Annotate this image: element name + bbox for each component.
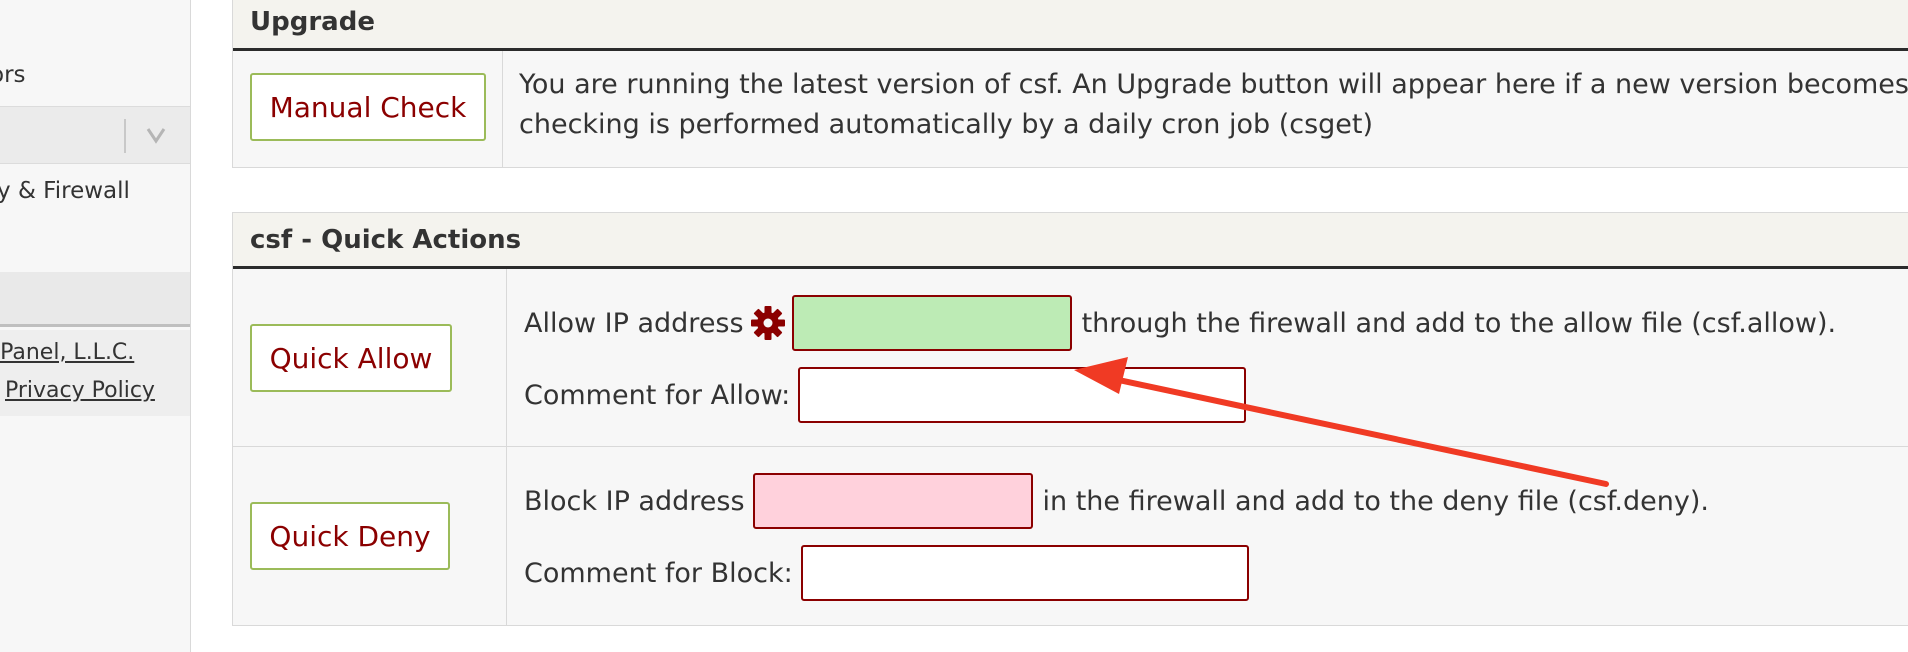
quick-allow-row: Quick Allow Allow IP address through the… xyxy=(233,269,1908,447)
sidebar-active-item[interactable] xyxy=(0,272,190,327)
upgrade-status-text: You are running the latest version of cs… xyxy=(519,65,1908,145)
quick-actions-panel: csf - Quick Actions Quick Allow Allow IP… xyxy=(232,212,1908,626)
deny-comment-label: Comment for Block: xyxy=(524,557,793,589)
gear-icon[interactable] xyxy=(750,305,786,341)
chevron-down-icon[interactable] xyxy=(142,119,170,149)
footer-link-company[interactable]: cPanel, L.L.C. xyxy=(0,340,134,365)
allow-comment-label: Comment for Allow: xyxy=(524,379,791,411)
allow-ip-label: Allow IP address xyxy=(524,307,744,339)
allow-comment-input[interactable] xyxy=(798,367,1247,423)
upgrade-row: Manual Check You are running the latest … xyxy=(233,51,1908,167)
upgrade-action-cell: Manual Check xyxy=(233,51,503,167)
upgrade-panel: Upgrade Manual Check You are running the… xyxy=(232,0,1908,168)
upgrade-info-cell: You are running the latest version of cs… xyxy=(503,51,1908,167)
deny-ip-description: in the firewall and add to the deny file… xyxy=(1042,485,1709,517)
allow-ip-input[interactable] xyxy=(791,295,1072,351)
quick-allow-fields-cell: Allow IP address through the firewall an… xyxy=(507,269,1908,446)
sidebar: ors ty & Firewall cPanel, L.L.C. Privacy… xyxy=(0,0,191,652)
allow-ip-description: through the firewall and add to the allo… xyxy=(1081,307,1837,339)
deny-ip-line: Block IP address in the firewall and add… xyxy=(524,473,1709,529)
quick-actions-title: csf - Quick Actions xyxy=(233,213,1908,269)
deny-comment-line: Comment for Block: xyxy=(524,545,1249,601)
allow-comment-line: Comment for Allow: xyxy=(524,367,1247,423)
quick-allow-button[interactable]: Quick Allow xyxy=(250,324,452,392)
footer-link-privacy[interactable]: Privacy Policy xyxy=(5,378,155,403)
upgrade-text-line1: You are running the latest version of cs… xyxy=(519,69,1908,100)
upgrade-text-line2: checking is performed automatically by a… xyxy=(519,109,1374,140)
quick-deny-button[interactable]: Quick Deny xyxy=(250,502,450,570)
allow-ip-line: Allow IP address through the firewall an… xyxy=(524,295,1836,351)
dropdown-divider xyxy=(124,119,126,153)
sidebar-item-partial[interactable]: ors xyxy=(0,62,26,88)
quick-deny-action-cell: Quick Deny xyxy=(233,447,507,625)
deny-comment-input[interactable] xyxy=(800,545,1249,601)
quick-deny-fields-cell: Block IP address in the firewall and add… xyxy=(507,447,1908,625)
deny-ip-input[interactable] xyxy=(752,473,1033,529)
sidebar-item-security-firewall[interactable]: ty & Firewall xyxy=(0,178,130,204)
deny-ip-label: Block IP address xyxy=(524,485,745,517)
sidebar-dropdown[interactable] xyxy=(0,106,190,164)
manual-check-button[interactable]: Manual Check xyxy=(250,73,486,141)
upgrade-panel-title: Upgrade xyxy=(233,0,1908,51)
quick-deny-row: Quick Deny Block IP address in the firew… xyxy=(233,447,1908,625)
quick-allow-action-cell: Quick Allow xyxy=(233,269,507,446)
